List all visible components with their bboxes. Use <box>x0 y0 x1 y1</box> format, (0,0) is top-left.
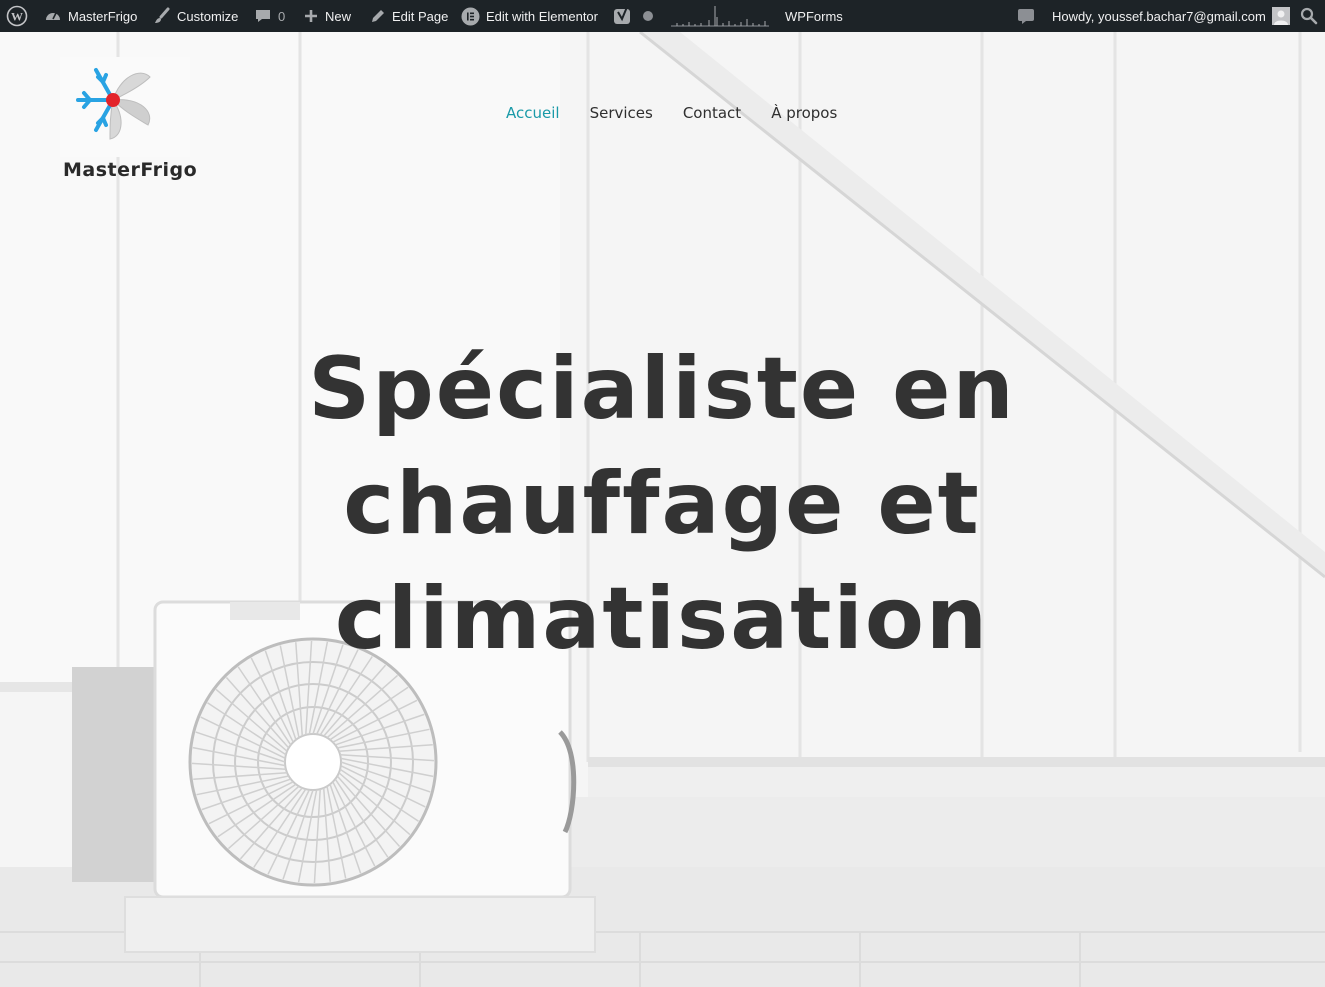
paintbrush-icon <box>155 7 170 23</box>
yoast-seo-menu[interactable] <box>613 0 653 32</box>
nav-item-a-propos[interactable]: À propos <box>771 104 837 122</box>
plus-icon <box>305 10 317 22</box>
edit-page-link[interactable]: Edit Page <box>369 0 448 32</box>
wordpress-logo-icon[interactable]: W <box>6 0 28 32</box>
wpforms-link[interactable]: WPForms <box>785 0 843 32</box>
hero-section: MasterFrigo Accueil Services Contact À p… <box>0 32 1325 987</box>
user-greeting: Howdy, youssef.bachar7@gmail.com <box>1052 8 1266 24</box>
snowflake-fan-logo-icon <box>60 57 190 157</box>
site-name-link[interactable]: MasterFrigo <box>44 0 137 32</box>
customize-label: Customize <box>177 8 239 24</box>
pencil-icon <box>372 9 384 22</box>
nav-item-accueil[interactable]: Accueil <box>506 104 560 122</box>
yoast-icon <box>614 6 630 24</box>
comments-link[interactable]: 0 <box>254 0 285 32</box>
headline-line-3: climatisation <box>334 569 990 669</box>
comments-count: 0 <box>278 8 286 24</box>
search-button[interactable] <box>1300 0 1318 32</box>
seo-score-dot-icon <box>643 11 653 21</box>
hero-headline: Spécialiste en chauffage et climatisatio… <box>262 332 1062 677</box>
elementor-icon <box>461 7 480 25</box>
user-account-menu[interactable]: Howdy, youssef.bachar7@gmail.com <box>1052 0 1290 32</box>
new-content-link[interactable]: New <box>303 0 351 32</box>
svg-text:W: W <box>11 10 23 24</box>
notifications-button[interactable] <box>1017 0 1035 32</box>
nav-item-services[interactable]: Services <box>590 104 653 122</box>
user-avatar-icon <box>1271 7 1290 25</box>
nav-item-contact[interactable]: Contact <box>683 104 741 122</box>
headline-line-1: Spécialiste en <box>308 339 1016 439</box>
comment-bubble-icon <box>256 10 270 22</box>
sparkline-icon <box>671 6 769 27</box>
notification-bubble-icon <box>1018 9 1034 24</box>
customize-link[interactable]: Customize <box>153 0 238 32</box>
main-navigation: Accueil Services Contact À propos <box>506 104 867 122</box>
site-name-label: MasterFrigo <box>68 8 138 24</box>
brand-name[interactable]: MasterFrigo <box>63 159 197 181</box>
dashboard-gauge-icon <box>46 12 60 20</box>
stats-sparkline[interactable] <box>671 0 771 32</box>
new-label: New <box>325 8 352 24</box>
edit-with-elementor-link[interactable]: Edit with Elementor <box>461 0 598 32</box>
edit-page-label: Edit Page <box>392 8 449 24</box>
admin-bar: W MasterFrigo Customize 0 New Edit Page … <box>0 0 1325 32</box>
edit-with-elementor-label: Edit with Elementor <box>486 8 598 24</box>
wpforms-label: WPForms <box>785 8 843 24</box>
search-icon <box>1300 7 1318 25</box>
headline-line-2: chauffage et <box>343 454 981 554</box>
